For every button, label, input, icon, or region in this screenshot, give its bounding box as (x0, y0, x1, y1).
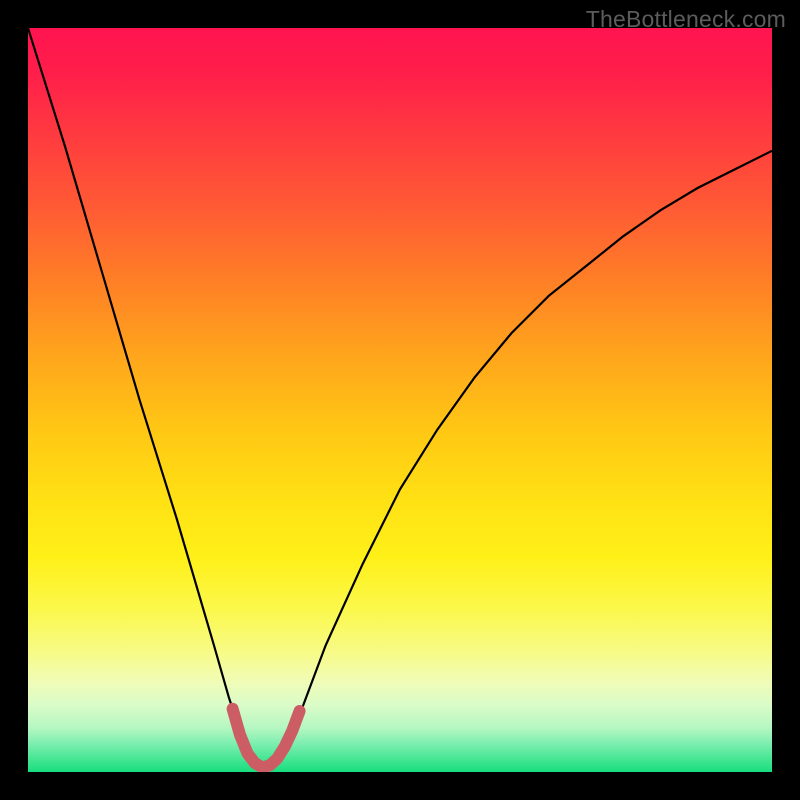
bottleneck-curve (28, 28, 772, 768)
minimum-highlight-marker (233, 709, 300, 768)
watermark-text: TheBottleneck.com (586, 6, 786, 33)
chart-frame: TheBottleneck.com (0, 0, 800, 800)
curve-layer (28, 28, 772, 772)
plot-area (28, 28, 772, 772)
